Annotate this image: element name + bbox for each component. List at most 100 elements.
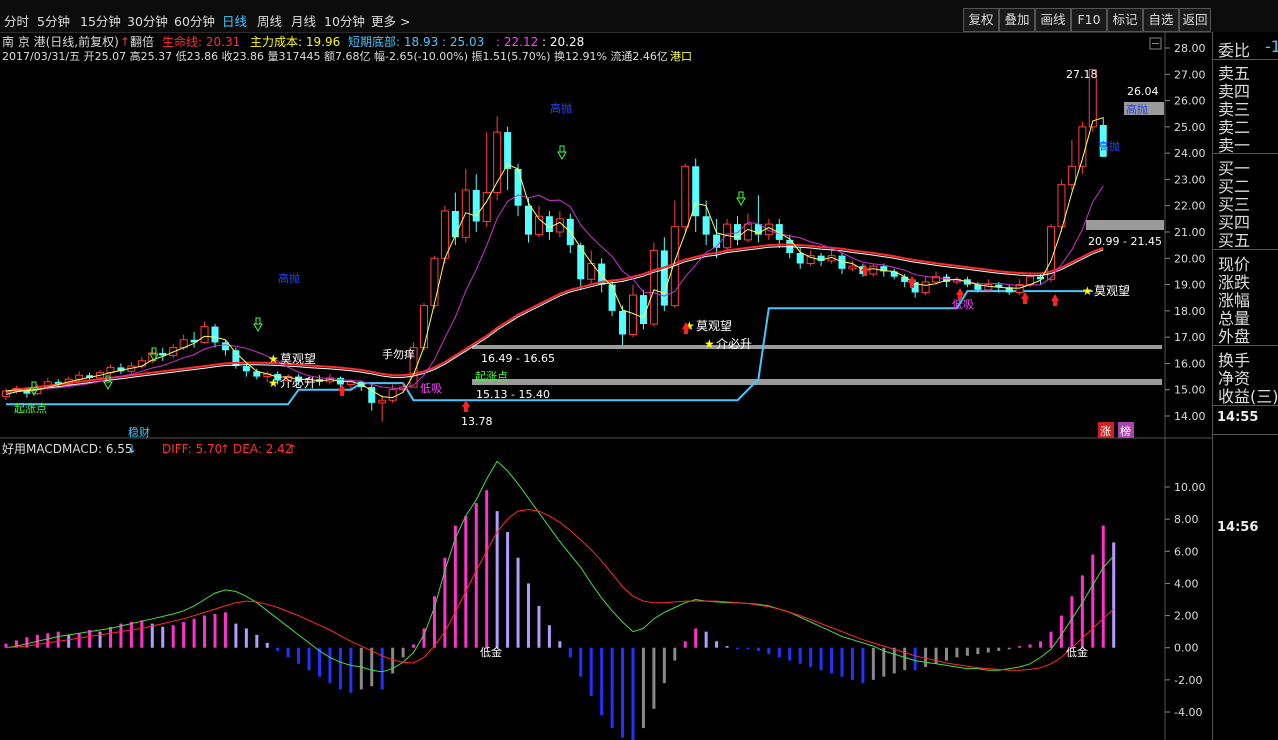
last-price-label: 26.04: [1127, 85, 1159, 98]
macd-bar: [704, 631, 708, 648]
candle-body: [472, 189, 480, 222]
rise-arrow-icon: [1021, 292, 1029, 304]
tab-period-weekly[interactable]: 周线: [257, 11, 282, 30]
macd-bar: [171, 625, 175, 648]
macd-bar: [412, 644, 416, 648]
macd-tick-label: 10.00: [1174, 481, 1206, 494]
candle-body: [555, 218, 564, 233]
macd-bar: [725, 646, 729, 648]
macd-bar: [234, 623, 238, 648]
star-signal-focus: ★ 介必升: [704, 337, 752, 351]
candle-body: [619, 310, 627, 335]
short-bottom-label: 短期底部: 18.93 : 25.03: [348, 34, 484, 49]
macd-bar: [589, 647, 593, 696]
tab-period-minute[interactable]: 分时: [4, 11, 29, 30]
adjust-button[interactable]: 复权: [963, 8, 999, 32]
quote-value-weibi: -1: [1265, 37, 1278, 56]
macd-bar: [903, 647, 907, 671]
tab-period-60min[interactable]: 60分钟: [174, 11, 215, 30]
tab-period-monthly[interactable]: 月线: [291, 11, 316, 30]
bar-info-line: 2017/03/31/五 开25.07 高25.37 低23.86 收23.86…: [2, 49, 668, 63]
star-signal-wait: ★ 莫观望: [1082, 284, 1130, 298]
price-tick-label: 23.00: [1174, 173, 1206, 186]
support-zone-upper: [472, 345, 1162, 349]
draw-line-button[interactable]: 画线: [1035, 8, 1071, 32]
cost-line-label: 主力成本: 19.96: [250, 35, 340, 49]
candle-body: [211, 326, 219, 343]
tab-period-15min[interactable]: 15分钟: [80, 11, 121, 30]
macd-bar: [997, 647, 1001, 651]
sell-high-signal: 高抛: [278, 271, 300, 285]
macd-bar: [67, 634, 71, 648]
back-button[interactable]: 返回: [1179, 8, 1211, 32]
high-price-label: 27.18: [1066, 68, 1098, 81]
macd-bar: [338, 647, 342, 690]
macd-tick-label: 8.00: [1174, 513, 1199, 526]
mark-button[interactable]: 标记: [1107, 8, 1143, 32]
macd-bar: [830, 647, 834, 674]
candle-body: [1037, 276, 1045, 280]
svg-text:★: ★: [268, 376, 279, 390]
macd-tick-label: -4.00: [1174, 706, 1202, 719]
svg-text:介必升: 介必升: [280, 376, 316, 390]
sector-tag: 港口: [670, 50, 692, 63]
collapse-icon[interactable]: [1149, 37, 1162, 50]
macd-bar: [359, 647, 363, 690]
candle-body: [660, 250, 668, 306]
macd-bar: [150, 623, 154, 648]
chart-canvas[interactable]: 南 京 港(日线,前复权) ↑ 翻倍 生命线: 20.31 主力成本: 19.9…: [0, 32, 1212, 740]
macd-bar: [255, 634, 259, 648]
buy-arrow-icon: [253, 317, 263, 333]
macd-bar: [892, 647, 896, 674]
macd-bar: [203, 615, 207, 648]
candle-body: [430, 257, 439, 307]
macd-bar: [934, 647, 938, 664]
macd-bar: [600, 647, 604, 716]
rise-arrow-icon: [1051, 294, 1059, 306]
buy-low-signal: 低吸: [952, 298, 974, 311]
candle-body: [649, 249, 658, 325]
support-zone-lower: [472, 379, 1162, 385]
tick-time: 14:56: [1217, 520, 1259, 535]
macd-bar: [568, 647, 572, 658]
macd-bar: [474, 503, 478, 648]
tab-period-30min[interactable]: 30分钟: [127, 11, 168, 30]
candle-body: [796, 253, 804, 264]
macd-bar: [88, 630, 92, 648]
stock-title: 南 京 港(日线,前复权): [2, 34, 119, 49]
overlay-button[interactable]: 叠加: [999, 8, 1035, 32]
tab-period-more[interactable]: 更多 >: [371, 11, 410, 30]
candle-body: [702, 216, 710, 235]
macd-bar: [986, 647, 990, 653]
macd-bar: [391, 647, 395, 674]
buy-point-signal: 起涨点: [14, 402, 47, 415]
macd-bar: [809, 647, 813, 667]
tab-period-10min[interactable]: 10分钟: [324, 11, 365, 30]
macd-bar: [641, 647, 645, 729]
watchlist-button[interactable]: 自选: [1143, 8, 1179, 32]
tab-period-5min[interactable]: 5分钟: [37, 11, 70, 30]
tab-period-daily[interactable]: 日线: [222, 11, 247, 30]
ma-value-magenta: : 22.12: [496, 35, 538, 49]
macd-bar: [715, 641, 719, 648]
zone-upper-label: 16.49 - 16.65: [481, 352, 555, 365]
svg-text:莫观望: 莫观望: [696, 319, 732, 333]
lifeline-label: 生命线: 20.31: [162, 34, 240, 49]
dea-arrow-icon: ↑: [287, 442, 297, 456]
star-signal-focus: ★ 介必升: [268, 376, 316, 390]
macd-bar: [631, 647, 635, 740]
macd-bar: [736, 647, 739, 650]
macd-bar: [506, 532, 510, 648]
macd-bar: [307, 647, 311, 671]
macd-bar: [161, 626, 165, 648]
macd-bar: [98, 631, 102, 648]
f10-button[interactable]: F10: [1071, 8, 1107, 32]
macd-bar: [1070, 596, 1074, 648]
buy-point-signal: 起涨点: [475, 370, 508, 383]
macd-bar: [652, 647, 656, 709]
period-toolbar: 分时 5分钟 15分钟 30分钟 60分钟 日线 周线 月线 10分钟 更多 >…: [0, 0, 1278, 33]
macd-bar: [1028, 644, 1032, 648]
macd-bar: [1039, 641, 1043, 648]
candle-body: [901, 276, 909, 282]
macd-bar: [913, 647, 917, 671]
